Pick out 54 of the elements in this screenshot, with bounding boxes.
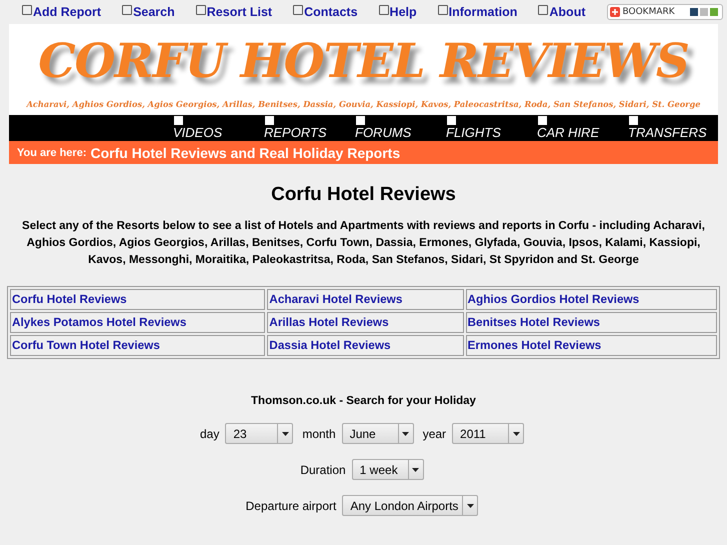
dropdown[interactable]: 1 week xyxy=(352,459,424,480)
resort-link[interactable]: Alykes Potamos Hotel Reviews xyxy=(12,315,186,329)
caret-icon xyxy=(282,432,289,436)
field-label: Departure airport xyxy=(246,498,336,512)
breadcrumb-label: You are here: xyxy=(17,146,86,158)
resort-link[interactable]: Acharavi Hotel Reviews xyxy=(269,292,402,306)
field-label: day xyxy=(200,426,220,440)
main-nav-link[interactable]: TRANSFERS xyxy=(627,125,710,141)
main-nav-link[interactable]: VIDEOS xyxy=(172,125,226,141)
resort-link[interactable]: Corfu Town Hotel Reviews xyxy=(12,338,160,352)
nav-link[interactable]: Resort List xyxy=(196,5,272,19)
resort-link[interactable]: Arillas Hotel Reviews xyxy=(269,315,389,329)
broken-image-icon xyxy=(196,5,206,15)
main-nav-link[interactable]: FLIGHTS xyxy=(445,125,504,141)
dropdown[interactable]: 2011 xyxy=(452,423,524,444)
field-label: month xyxy=(302,426,336,440)
logo-subtitle: Acharavi, Aghios Gordios, Agios Georgios, Arillas, Benitses, Dassia, Gouvia, Kassiopi, Kavos, Paleocastritsa, Roda, San Stefanos, Sidari, St. George xyxy=(26,99,700,109)
nav-link[interactable]: Contacts xyxy=(293,5,358,19)
caret-icon xyxy=(412,468,420,472)
nav-link[interactable]: About xyxy=(538,5,586,19)
nav-link[interactable]: Help xyxy=(378,5,417,19)
resort-link[interactable]: Aghios Gordios Hotel Reviews xyxy=(468,292,640,306)
broken-image-icon xyxy=(293,5,304,15)
field-label: Duration xyxy=(300,462,346,476)
resort-link[interactable]: Dassia Hotel Reviews xyxy=(269,338,391,352)
nav-link[interactable]: Add Report xyxy=(22,5,102,19)
field-label: year xyxy=(422,426,446,440)
broken-image-icon xyxy=(538,5,548,15)
caret-icon xyxy=(466,504,474,508)
bookmark-button[interactable]: BOOKMARK xyxy=(606,4,723,20)
dropdown[interactable]: 23 xyxy=(225,423,294,444)
caret-icon xyxy=(402,432,410,436)
broken-image-icon xyxy=(122,5,132,15)
main-nav-link[interactable]: REPORTS xyxy=(263,125,330,141)
broken-image-icon xyxy=(378,5,389,15)
nav-link[interactable]: Search xyxy=(122,5,175,19)
main-nav-link[interactable]: CAR HIRE xyxy=(536,125,602,141)
resort-link[interactable]: Corfu Hotel Reviews xyxy=(12,292,127,306)
logo-title: CORFU HOTEL REVIEWS xyxy=(38,33,689,91)
resort-link[interactable]: Ermones Hotel Reviews xyxy=(468,338,602,352)
caret-icon xyxy=(512,432,520,436)
resort-link[interactable]: Benitses Hotel Reviews xyxy=(468,315,600,329)
breadcrumb-text: Corfu Hotel Reviews and Real Holiday Reports xyxy=(90,144,400,160)
plus-icon xyxy=(610,7,620,17)
dropdown[interactable]: Any London Airports xyxy=(342,495,478,516)
nav-link[interactable]: Information xyxy=(438,5,518,19)
broken-image-icon xyxy=(438,5,448,15)
intro-paragraph: Select any of the Resorts below to see a list of Hotels and Apartments with reviews and reports in Corfu - including Acharavi, Aghios Gordios, Agios Georgios, Arillas, Benitses, Corfu Town, Dassia, Ermones, Glyfada, Gouvia, Ipsos, Kalami, Kassiopi, Kavos, Messonghi, Moraitika, Paleokastritsa, Roda, San Stefanos, Sidari, St Spyridon and St. George xyxy=(21,219,706,268)
share-icons xyxy=(690,8,718,16)
main-nav-link[interactable]: FORUMS xyxy=(354,125,414,141)
broken-image-icon xyxy=(22,5,32,15)
dropdown[interactable]: June xyxy=(342,423,414,444)
search-title: Thomson.co.uk - Search for your Holiday xyxy=(250,395,477,407)
page-heading: Corfu Hotel Reviews xyxy=(270,184,457,206)
